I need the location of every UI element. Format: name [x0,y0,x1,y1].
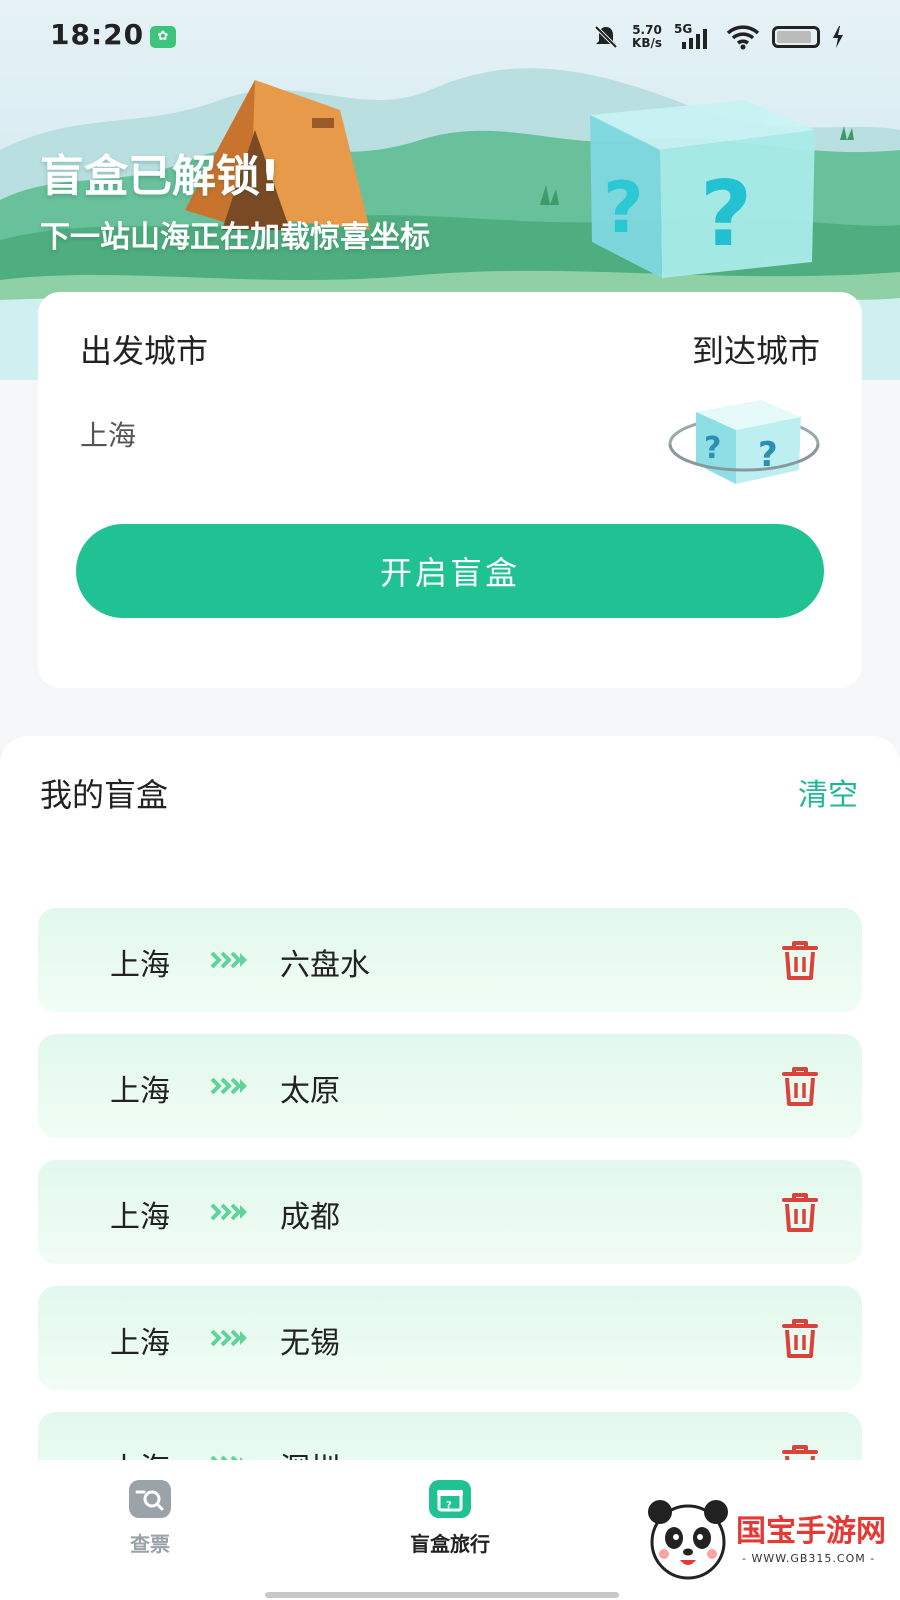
open-blind-box-button[interactable]: 开启盲盒 [76,524,824,618]
svg-text:?: ? [704,431,721,466]
status-time: 18:20 [50,18,145,51]
svg-text:?: ? [700,162,752,267]
city-selection-card: 出发城市 到达城市 上海 ? ? 开启盲盒 [38,292,862,688]
trip-item[interactable]: 上海 太原 [38,1034,862,1138]
triple-chevron-right-icon [210,1329,247,1347]
mystery-box-icon[interactable]: ? ? [666,382,822,494]
my-blind-boxes-title: 我的盲盒 [40,776,169,814]
tab-label: 查票 [130,1532,170,1556]
trip-list: 上海 六盘水 上海 太原 上海 成都 上海 无锡 [38,908,862,1488]
trip-from-city: 上海 [110,1074,170,1109]
depart-city-value[interactable]: 上海 [80,414,136,454]
ticket-search-icon [129,1480,171,1518]
panda-logo-icon [648,1500,728,1580]
watermark-text: 国宝手游网 [736,1514,886,1549]
trip-item[interactable]: 上海 成都 [38,1160,862,1264]
gift-box-icon: ? [429,1480,471,1518]
trip-item[interactable]: 上海 无锡 [38,1286,862,1390]
trash-icon[interactable] [778,1190,822,1234]
svg-text:?: ? [446,1500,452,1511]
trip-from-city: 上海 [110,1200,170,1235]
arrive-city-label: 到达城市 [691,332,820,370]
trip-to-city: 六盘水 [280,948,370,983]
trash-icon[interactable] [778,938,822,982]
watermark-url: - WWW.GB315.COM - [742,1552,876,1565]
trash-icon[interactable] [778,1316,822,1360]
triple-chevron-right-icon [210,1203,247,1221]
site-watermark: 国宝手游网 - WWW.GB315.COM - [634,1476,900,1600]
battery-icon [772,26,820,48]
svg-text:?: ? [603,167,644,249]
status-bar: 18:20 ✿ 5.70 KB/s 5G [0,0,900,72]
tab-label: 盲盒旅行 [410,1532,490,1556]
network-speed-unit: KB/s [632,36,662,50]
tab-blind-box-travel[interactable]: ? 盲盒旅行 [380,1480,520,1557]
signal-icon: 5G [674,22,714,52]
hero-title: 盲盒已解锁! [40,151,281,202]
my-blind-boxes-section: 我的盲盒 清空 上海 六盘水 上海 太原 上海 成都 上海 无锡 [0,736,900,1488]
app-notification-icon: ✿ [150,26,176,48]
trip-item[interactable]: 上海 六盘水 [38,908,862,1012]
charging-icon [833,26,843,48]
trash-icon[interactable] [778,1064,822,1108]
triple-chevron-right-icon [210,951,247,969]
clear-all-button[interactable]: 清空 [798,770,858,814]
trip-from-city: 上海 [110,948,170,983]
network-speed: 5.70 KB/s [632,24,662,50]
wifi-icon [726,25,760,50]
triple-chevron-right-icon [210,1077,247,1095]
status-right-cluster: 5.70 KB/s 5G [592,22,844,52]
home-indicator[interactable] [265,1592,619,1598]
depart-city-label: 出发城市 [80,332,209,370]
hero-subtitle: 下一站山海正在加载惊喜坐标 [40,220,430,255]
trip-from-city: 上海 [110,1326,170,1361]
trip-to-city: 成都 [280,1200,340,1235]
hero-mystery-cube: ? ? [590,100,815,278]
trip-to-city: 无锡 [280,1326,340,1361]
tab-ticket-query[interactable]: 查票 [110,1480,190,1557]
mute-bell-icon [594,25,618,49]
trip-to-city: 太原 [280,1074,340,1109]
